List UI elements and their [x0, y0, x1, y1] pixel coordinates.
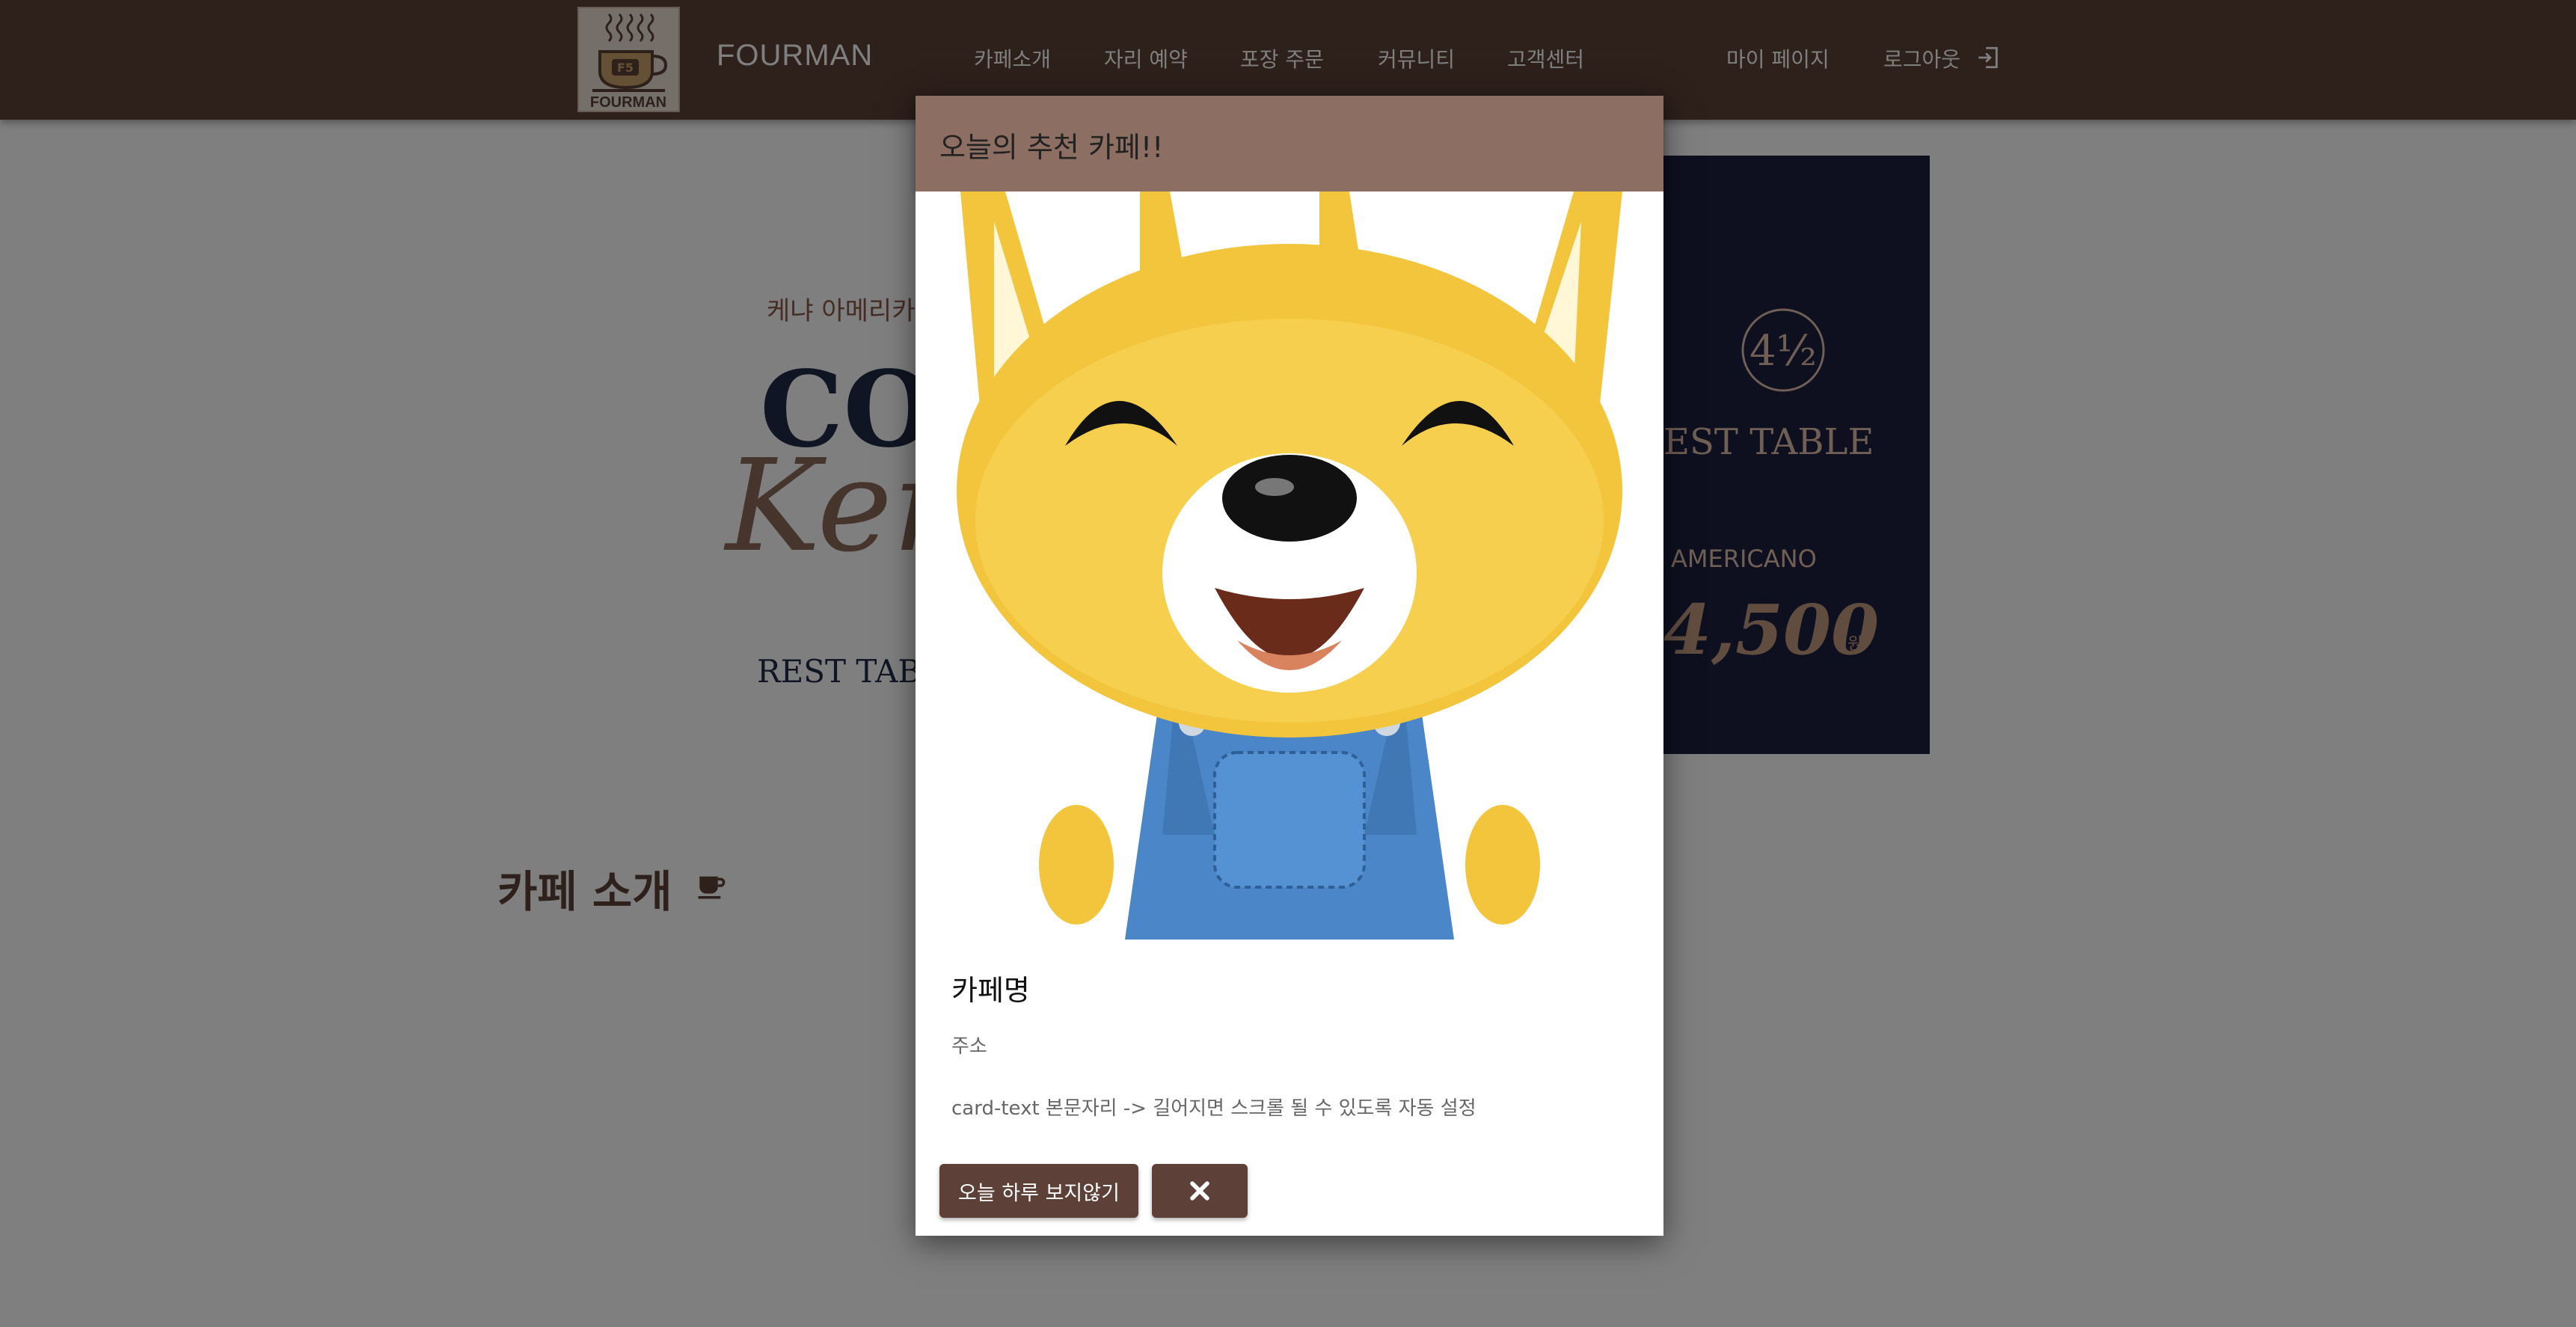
cafe-image — [916, 191, 1663, 940]
modal-header: 오늘의 추천 카페!! — [916, 96, 1663, 191]
close-x-icon — [1190, 1181, 1209, 1201]
card-text: card-text 본문자리 -> 길어지면 스크롤 될 수 있도록 자동 설정 — [951, 1097, 1476, 1120]
recommend-cafe-modal: 오늘의 추천 카페!! 카페명 주소 card-text 본문자리 -> 길어지… — [916, 96, 1663, 1236]
hide-today-button[interactable]: 오늘 하루 보지않기 — [939, 1164, 1138, 1218]
card-title: 카페명 — [951, 974, 1030, 1007]
modal-title: 오늘의 추천 카페!! — [939, 131, 1164, 164]
cartoon-fox-image — [957, 191, 1622, 940]
card-subtitle: 주소 — [951, 1035, 987, 1058]
close-button[interactable] — [1152, 1164, 1248, 1218]
